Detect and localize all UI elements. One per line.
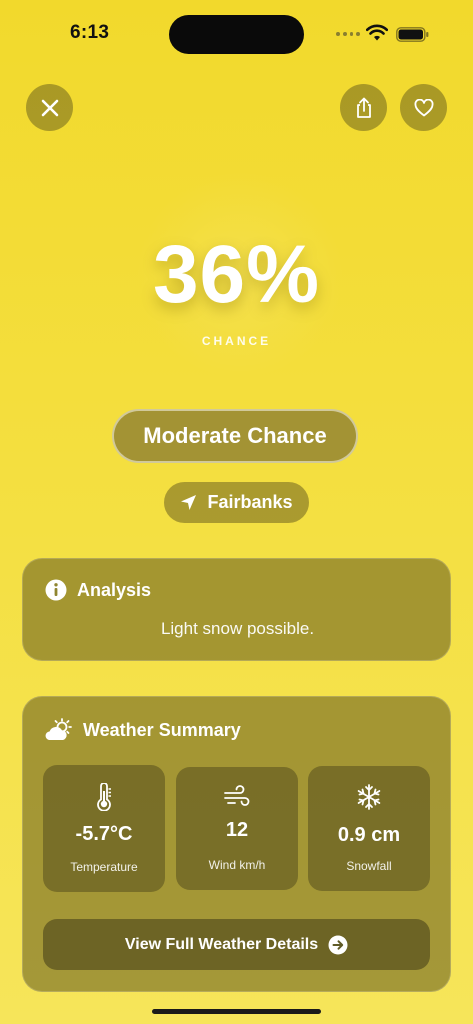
chance-level-badge: Moderate Chance	[112, 409, 358, 463]
temperature-label: Temperature	[70, 860, 138, 874]
heart-icon	[414, 98, 433, 116]
battery-icon	[396, 27, 429, 42]
snowfall-label: Snowfall	[346, 859, 392, 873]
wind-label: Wind km/h	[208, 858, 266, 872]
wind-icon	[224, 785, 250, 806]
view-weather-details-button[interactable]: View Full Weather Details	[43, 919, 430, 970]
home-indicator[interactable]	[152, 1009, 321, 1014]
analysis-header: Analysis	[45, 579, 151, 601]
thermometer-icon	[97, 783, 111, 811]
snowfall-tile: 0.9 cm Snowfall	[308, 766, 430, 891]
probability-label: CHANCE	[201, 334, 272, 348]
cellular-signal-icon	[336, 32, 360, 38]
arrow-right-circle-icon	[328, 935, 348, 954]
partly-cloudy-icon	[45, 718, 72, 740]
location-button[interactable]: Fairbanks	[164, 482, 309, 523]
info-icon	[45, 579, 67, 601]
close-icon	[41, 99, 58, 116]
location-name: Fairbanks	[207, 492, 293, 512]
close-button[interactable]	[26, 84, 73, 131]
analysis-card: Analysis Light snow possible.	[22, 558, 451, 661]
wind-value: 12	[225, 819, 249, 841]
share-icon	[356, 97, 371, 118]
dynamic-island	[169, 15, 304, 54]
wifi-icon	[366, 24, 388, 41]
weather-summary-title: Weather Summary	[83, 719, 241, 740]
location-arrow-icon	[181, 495, 197, 510]
temperature-value: -5.7°C	[75, 823, 133, 845]
view-weather-details-label: View Full Weather Details	[124, 935, 319, 953]
share-button[interactable]	[340, 84, 387, 131]
weather-summary-card: Weather Summary -5.7°C Temperature 12 Wi…	[22, 696, 451, 992]
weather-summary-header: Weather Summary	[43, 718, 241, 742]
snowfall-value: 0.9 cm	[337, 824, 401, 846]
temperature-tile: -5.7°C Temperature	[43, 765, 165, 892]
wind-tile: 12 Wind km/h	[176, 767, 298, 890]
analysis-title: Analysis	[77, 579, 152, 600]
favorite-button[interactable]	[400, 84, 447, 131]
snowflake-icon	[357, 784, 381, 810]
analysis-text: Light snow possible.	[160, 619, 315, 638]
status-time: 6:13	[70, 22, 110, 43]
probability-value: 36%	[152, 229, 321, 320]
